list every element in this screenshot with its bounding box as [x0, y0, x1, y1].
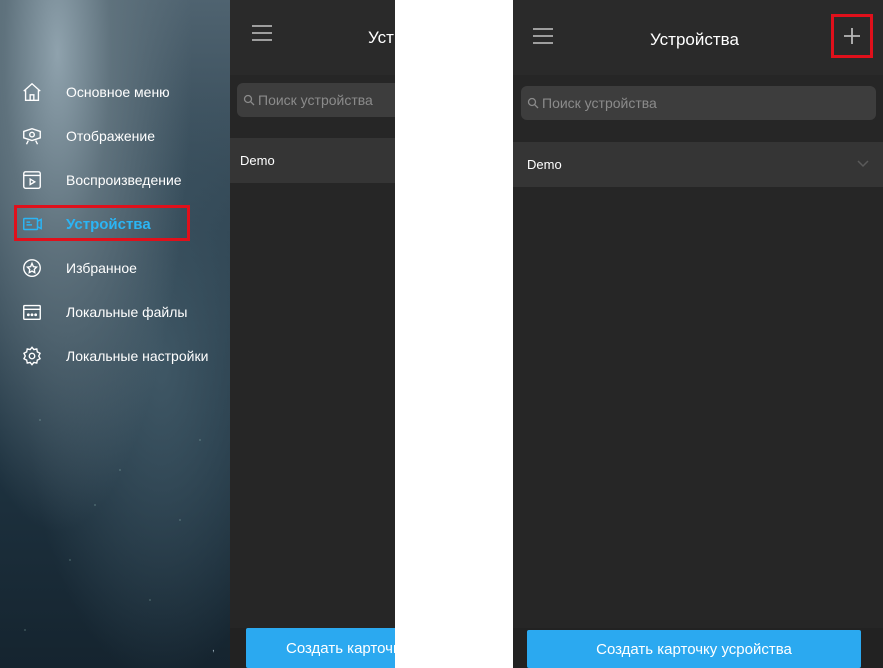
plus-icon: [844, 28, 860, 44]
page-title: Устройства: [368, 28, 395, 47]
menu-item-devices[interactable]: Устройства: [0, 202, 230, 246]
menu-item-local-files[interactable]: Локальные файлы: [0, 290, 230, 334]
drawer-menu: Основное меню Отображение Воспроизведени…: [0, 70, 230, 378]
devices-icon: [20, 212, 44, 236]
menu-item-label: Локальные настройки: [66, 348, 209, 364]
hamburger-menu-icon[interactable]: [533, 28, 553, 44]
create-device-card-button[interactable]: Создать карточку устройства: [246, 628, 395, 668]
local-files-icon: [20, 300, 44, 324]
search-input[interactable]: Поиск устройства: [521, 86, 876, 120]
create-device-card-button[interactable]: Создать карточку усройства: [527, 630, 861, 668]
menu-item-label: Избранное: [66, 260, 137, 276]
device-group-row[interactable]: Demo: [230, 138, 395, 183]
add-device-button[interactable]: [831, 14, 873, 58]
create-button-label: Создать карточку устройства: [286, 639, 395, 657]
top-bar: Устройства: [513, 0, 883, 75]
search-icon: [243, 94, 255, 106]
menu-item-label: Основное меню: [66, 84, 170, 100]
favorites-icon: [20, 256, 44, 280]
home-icon: [20, 80, 44, 104]
menu-item-label: Локальные файлы: [66, 304, 188, 320]
menu-item-main-menu[interactable]: Основное меню: [0, 70, 230, 114]
search-placeholder: Поиск устройства: [258, 92, 373, 108]
hamburger-menu-icon[interactable]: [252, 25, 272, 41]
playback-icon: [20, 168, 44, 192]
device-group-row[interactable]: Demo: [513, 142, 883, 187]
search-placeholder: Поиск устройства: [542, 95, 657, 111]
live-view-icon: [20, 124, 44, 148]
devices-screen: Устройства Поиск устройства Demo Создать…: [513, 0, 883, 668]
navigation-drawer: Основное меню Отображение Воспроизведени…: [0, 0, 230, 668]
menu-item-local-settings[interactable]: Локальные настройки: [0, 334, 230, 378]
menu-item-label: Отображение: [66, 128, 156, 144]
menu-item-live-view[interactable]: Отображение: [0, 114, 230, 158]
menu-item-label: Воспроизведение: [66, 172, 182, 188]
device-group-label: Demo: [240, 153, 275, 168]
settings-icon: [20, 344, 44, 368]
search-icon: [527, 97, 539, 109]
drawer-footer-mark: ,: [212, 643, 215, 654]
left-screenshot: Основное меню Отображение Воспроизведени…: [0, 0, 395, 668]
right-screenshot: Устройства Поиск устройства Demo Создать…: [513, 0, 883, 668]
menu-item-label: Устройства: [66, 215, 151, 233]
search-input[interactable]: Поиск устройства: [237, 83, 395, 117]
device-group-label: Demo: [527, 157, 562, 172]
page-title: Устройства: [650, 30, 739, 49]
top-bar: Устройства: [230, 0, 395, 75]
menu-item-playback[interactable]: Воспроизведение: [0, 158, 230, 202]
chevron-down-icon[interactable]: [857, 158, 869, 168]
devices-screen-partial: Устройства Поиск устройства Demo Создать…: [230, 0, 395, 668]
create-button-label: Создать карточку усройства: [596, 640, 792, 658]
menu-item-favorites[interactable]: Избранное: [0, 246, 230, 290]
